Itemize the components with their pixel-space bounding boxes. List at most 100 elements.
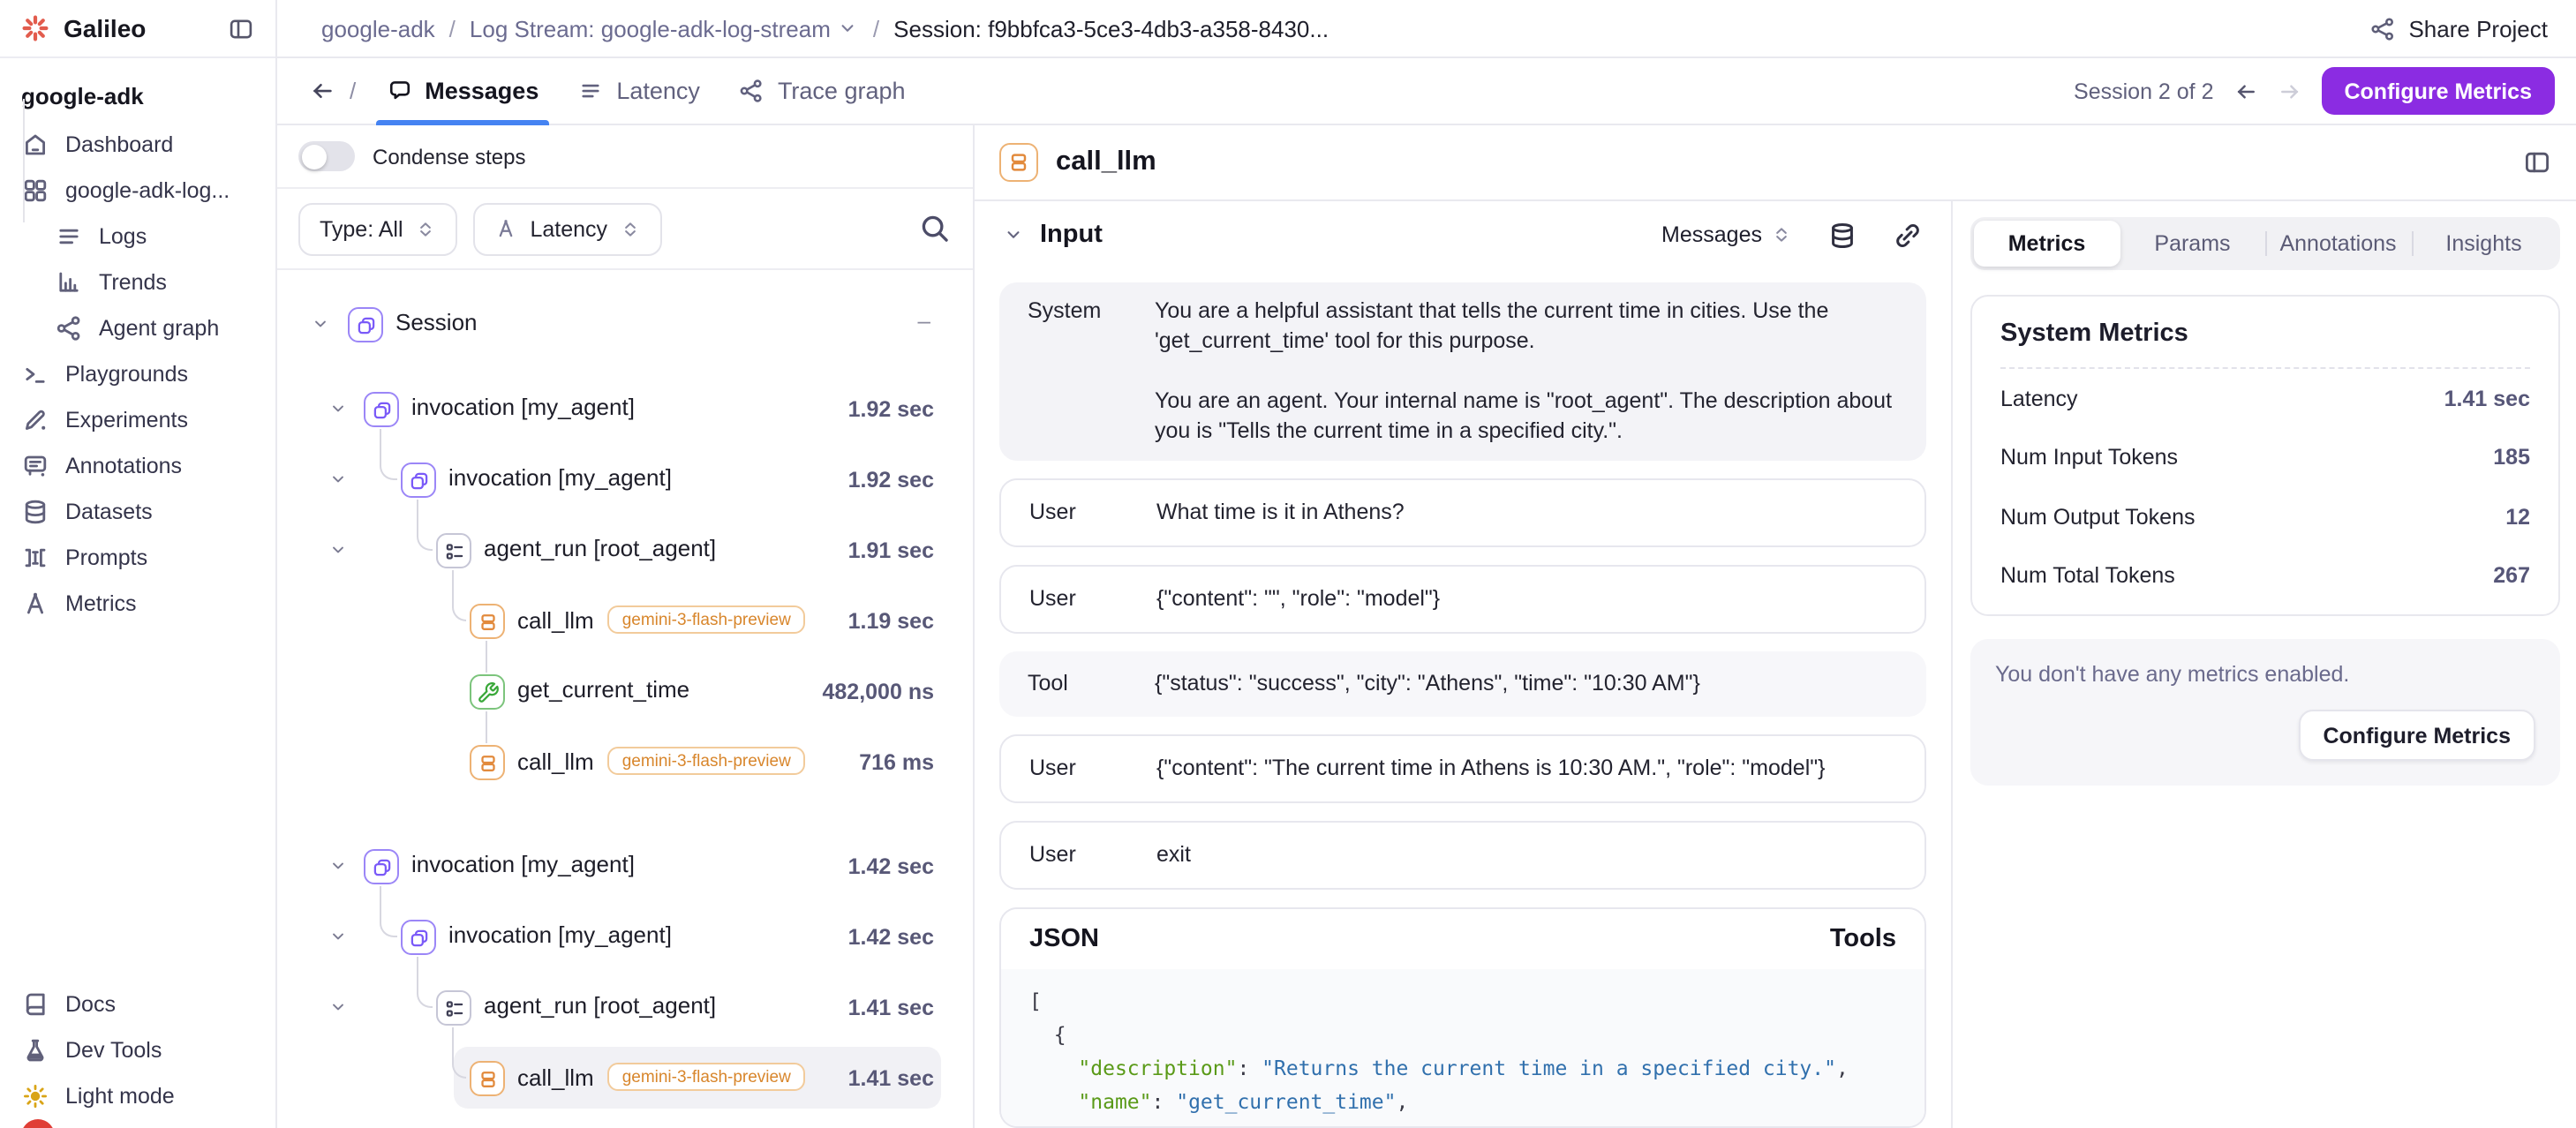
graph-icon xyxy=(55,314,83,342)
tree-row-agent-run-root-agent-[interactable]: agent_run [root_agent]1.91 sec xyxy=(277,515,973,586)
configure-metrics-button[interactable]: Configure Metrics xyxy=(2321,67,2555,115)
tab-latency[interactable]: Latency xyxy=(558,57,719,124)
chevron-down-icon[interactable] xyxy=(1003,224,1024,245)
next-session-icon[interactable] xyxy=(2277,79,2301,103)
sidebar-item-google-adk-log-[interactable]: google-adk-log... xyxy=(0,168,275,214)
metric-filter-dropdown[interactable]: Latency xyxy=(474,202,663,255)
sidebar-item-dev-tools[interactable]: Dev Tools xyxy=(0,1027,275,1073)
message-role: User xyxy=(1029,754,1156,784)
breadcrumb-item[interactable]: Log Stream: google-adk-log-stream xyxy=(470,15,859,41)
system-metrics-title: System Metrics xyxy=(2000,320,2530,369)
panel-toggle-icon[interactable] xyxy=(2523,148,2551,177)
span-duration: 1.92 sec xyxy=(848,468,934,493)
span-name: call_llm xyxy=(517,748,594,774)
prev-session-icon[interactable] xyxy=(2233,79,2257,103)
metric-filter-label: Latency xyxy=(531,216,608,241)
chevdown-icon[interactable] xyxy=(328,540,348,560)
condense-steps-toggle[interactable] xyxy=(298,141,355,171)
span-name: invocation [my_agent] xyxy=(448,464,672,491)
chevdown-icon[interactable] xyxy=(311,314,330,334)
tree-connector xyxy=(380,429,397,480)
share-project-button[interactable]: Share Project xyxy=(2369,15,2548,41)
tree-row-agent-run-root-agent-[interactable]: agent_run [root_agent]1.41 sec xyxy=(277,973,973,1043)
sidebar-item-playgrounds[interactable]: Playgrounds xyxy=(0,351,275,397)
sidebar-nav: Dashboardgoogle-adk-log...Logs Trends Agen… xyxy=(0,122,275,627)
sidebar-item-annotations[interactable]: Annotations xyxy=(0,443,275,489)
breadcrumb: google-adk/Log Stream: google-adk-log-st… xyxy=(321,15,2369,41)
llm-span-icon xyxy=(470,604,505,639)
span-label: call_llmgemini-3-flash-preview xyxy=(517,747,805,775)
type-filter-dropdown[interactable]: Type: All xyxy=(298,202,458,255)
span-label: invocation [my_agent] xyxy=(448,464,672,491)
collapse-all-icon[interactable]: – xyxy=(918,307,930,334)
span-name: invocation [my_agent] xyxy=(411,394,635,420)
input-section-title: Input xyxy=(1040,221,1646,249)
metrics-empty-text: You don't have any metrics enabled. xyxy=(1995,662,2535,687)
sidebar-collapse-icon[interactable] xyxy=(228,15,254,41)
tab-messages[interactable]: Messages xyxy=(366,57,558,124)
sidebar-item-datasets[interactable]: Datasets xyxy=(0,489,275,535)
metrics-empty-state: You don't have any metrics enabled. Conf… xyxy=(1970,639,2560,786)
tab-metrics[interactable]: Metrics xyxy=(1974,221,2120,267)
logs-icon xyxy=(55,222,83,251)
share-icon xyxy=(2369,15,2396,41)
json-card-header: JSON Tools xyxy=(1001,909,1924,969)
tree-row-call-llm[interactable]: call_llmgemini-3-flash-preview1.19 sec xyxy=(277,586,973,657)
span-title: call_llm xyxy=(1056,147,2505,178)
sidebar-item-prompts[interactable]: Prompts xyxy=(0,535,275,581)
sidebar-item-docs[interactable]: Docs xyxy=(0,981,275,1027)
back-arrow-icon[interactable] xyxy=(309,78,335,104)
span-label: invocation [my_agent] xyxy=(411,851,635,877)
sidebar-item-label: Agent graph xyxy=(99,316,219,341)
span-name: agent_run [root_agent] xyxy=(484,535,716,561)
grid-icon xyxy=(21,177,49,205)
tree-row-call-llm[interactable]: call_llmgemini-3-flash-preview1.41 sec xyxy=(277,1043,973,1114)
message-content: {"content": "", "role": "model"} xyxy=(1156,584,1896,614)
tree-row-session[interactable]: Session– xyxy=(277,290,973,360)
span-duration: 1.92 sec xyxy=(848,397,934,422)
breadcrumb-item-label: google-adk xyxy=(321,15,435,41)
span-label: call_llmgemini-3-flash-preview xyxy=(517,1063,805,1091)
span-duration: 482,000 ns xyxy=(823,680,935,704)
sidebar-item-metrics[interactable]: Metrics xyxy=(0,581,275,627)
sidebar-item-experiments[interactable]: Experiments xyxy=(0,397,275,443)
tab-params[interactable]: Params xyxy=(2120,221,2265,267)
search-icon[interactable] xyxy=(918,212,952,245)
sidebar-item-label: Dev Tools xyxy=(65,1038,162,1063)
input-section-header: Input Messages xyxy=(975,201,1951,268)
sidebar-item-label: Light mode xyxy=(65,1084,175,1109)
json-card-title: JSON xyxy=(1029,925,1099,953)
sidebar-item-label: Trends xyxy=(99,270,167,295)
sidebar-item-logs[interactable]: Logs xyxy=(0,214,275,259)
user-avatar[interactable] xyxy=(21,1119,55,1128)
trace-tree: Session– invocation [my_agent] 1.92 sec inv… xyxy=(277,270,973,1128)
tree-row-get-current-time[interactable]: get_current_time482,000 ns xyxy=(277,657,973,727)
breadcrumb-item[interactable]: google-adk xyxy=(321,15,435,41)
chevdown-icon[interactable] xyxy=(328,927,348,946)
chevdown-icon[interactable] xyxy=(328,997,348,1017)
invocation-span-icon xyxy=(364,392,399,427)
metric-row: Num Total Tokens267 xyxy=(2000,546,2530,605)
condense-steps-label: Condense steps xyxy=(373,144,525,169)
sidebar-item-trends[interactable]: Trends xyxy=(0,259,275,305)
json-code-block[interactable]: [ { "description": "Returns the current … xyxy=(1001,969,1924,1126)
invocation-span-icon xyxy=(401,462,436,498)
message-view-selector[interactable]: Messages xyxy=(1661,222,1792,247)
link-icon[interactable] xyxy=(1893,220,1923,250)
sidebar-item-dashboard[interactable]: Dashboard xyxy=(0,122,275,168)
raw-data-icon[interactable] xyxy=(1827,220,1857,250)
tab-trace-graph[interactable]: Trace graph xyxy=(719,57,925,124)
breadcrumb-item: Session: f9bbfca3-5ce3-4db3-a358-8430... xyxy=(893,15,1329,41)
sidebar-item-light-mode[interactable]: Light mode xyxy=(0,1073,275,1119)
tab-insights[interactable]: Insights xyxy=(2411,221,2557,267)
tree-row-call-llm[interactable]: call_llmgemini-3-flash-preview716 ms xyxy=(277,727,973,798)
lines-icon xyxy=(577,78,604,104)
sidebar-item-agent-graph[interactable]: Agent graph xyxy=(0,305,275,351)
chevdown-icon[interactable] xyxy=(328,399,348,418)
nav-group-line xyxy=(23,99,25,222)
configure-metrics-secondary-button[interactable]: Configure Metrics xyxy=(2298,710,2535,761)
sidebar-item-label: Prompts xyxy=(65,545,147,570)
chevdown-icon[interactable] xyxy=(328,856,348,876)
chevdown-icon[interactable] xyxy=(328,470,348,489)
tab-annotations[interactable]: Annotations xyxy=(2265,221,2411,267)
